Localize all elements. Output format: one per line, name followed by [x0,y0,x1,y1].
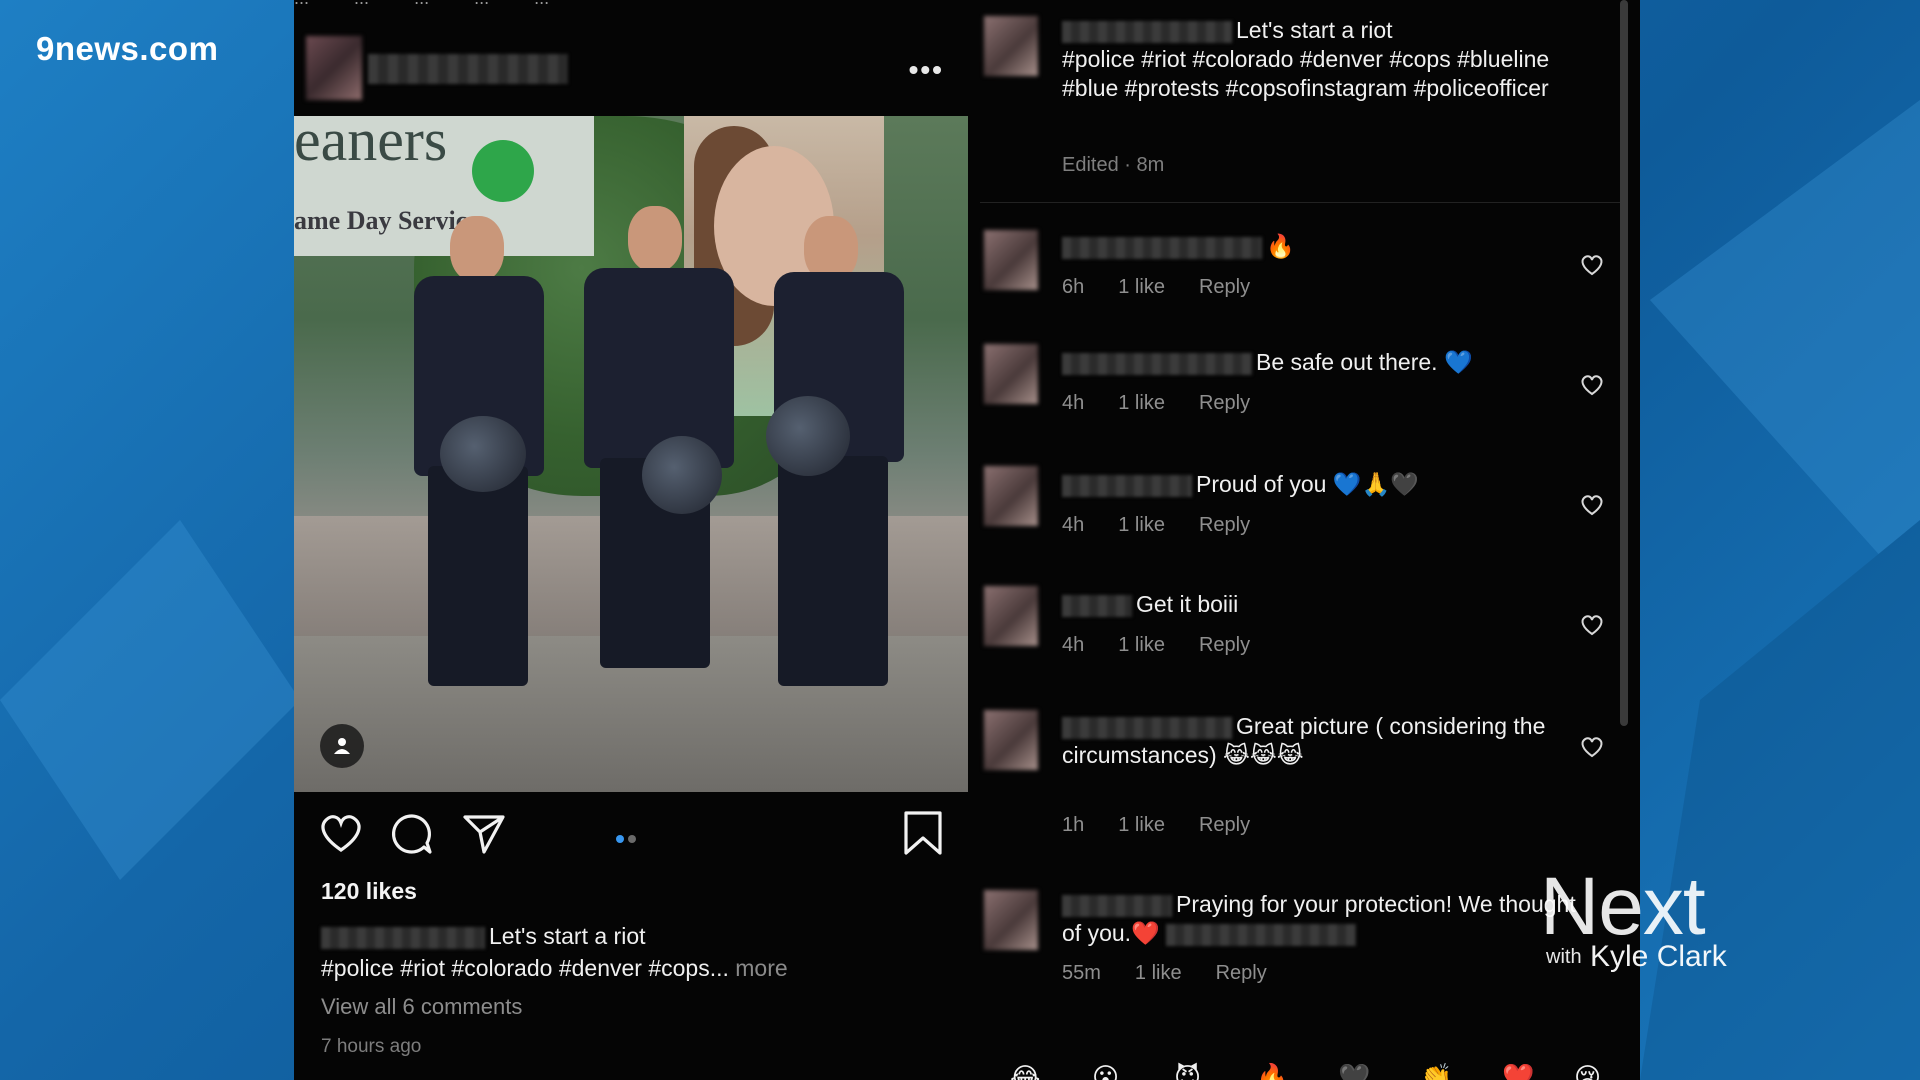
emoji-button[interactable]: 🖤 [1338,1062,1370,1080]
show-logo-next: Next [1540,861,1706,952]
view-comments-link[interactable]: View all 6 comments [321,994,522,1020]
comments-scrollbar[interactable] [1620,0,1628,726]
carousel-dot-active [616,835,624,843]
avatar[interactable] [984,466,1038,526]
reply-button[interactable]: Reply [1199,276,1250,298]
photo-sign-logo [472,140,534,202]
comment-heart-icon[interactable] [1580,736,1604,758]
comment-icon[interactable] [390,812,434,856]
avatar[interactable] [984,710,1038,770]
post-column: ... ... ... ... ... ••• eaners ame Day S… [294,0,968,1080]
avatar[interactable] [984,16,1038,76]
user-tag-icon[interactable] [320,724,364,768]
edited-label: Edited · 8m [1062,154,1165,176]
comment-heart-icon[interactable] [1580,254,1604,276]
caption-comment-tags: #police #riot #colorado #denver #cops #b… [1062,46,1550,101]
emoji-button[interactable]: 😢 [1574,1062,1601,1080]
caption-more-link[interactable]: more [735,955,787,981]
mention-blurred[interactable] [1165,923,1356,946]
top-tab[interactable]: ... [534,0,549,9]
reply-button[interactable]: Reply [1199,514,1250,536]
instagram-screen: ... ... ... ... ... ••• eaners ame Day S… [294,0,1640,1080]
emoji-reaction-bar: 😂 😮 😈 🔥 🖤 👏 ❤️ 😢 [980,1050,1620,1080]
emoji-button[interactable]: 😈 [1174,1062,1201,1080]
comment-meta: 4h 1 like Reply [1062,392,1284,415]
comment-text: 🔥 [1266,233,1295,259]
heart-icon[interactable] [318,812,364,854]
post-caption: Let's start a riot #police #riot #colora… [321,920,961,984]
username-blurred[interactable] [1062,352,1252,375]
comment-text: Get it boiii [1136,591,1239,617]
reply-button[interactable]: Reply [1199,814,1250,836]
top-tab[interactable]: ... [294,0,309,9]
avatar[interactable] [984,344,1038,404]
photo-sign: eaners ame Day Service. [294,116,594,256]
caption-tags: #police #riot #colorado #denver #cops... [321,955,729,981]
comment-likes[interactable]: 1 like [1135,962,1182,984]
avatar[interactable] [306,36,362,100]
emoji-button[interactable]: 🔥 [1256,1062,1288,1080]
comment-time: 1h [1062,814,1085,836]
emoji-button[interactable]: ❤️ [1502,1062,1534,1080]
username-blurred[interactable] [1062,894,1172,917]
comment-text: Be safe out there. 💙 [1256,349,1473,375]
comment-heart-icon[interactable] [1580,374,1604,396]
show-logo-with: with [1546,946,1582,968]
caption-username-blurred[interactable] [321,926,485,949]
comment-meta: 55m 1 like Reply [1062,962,1301,985]
comment-meta: 4h 1 like Reply [1062,634,1284,657]
caption-comment-text: Let's start a riot [1236,17,1393,43]
comment-likes[interactable]: 1 like [1118,634,1165,656]
reply-button[interactable]: Reply [1199,392,1250,414]
reply-button[interactable]: Reply [1199,634,1250,656]
like-count[interactable]: 120 likes [321,878,417,905]
carousel-indicator [616,830,640,848]
username-blurred[interactable] [1062,236,1262,259]
comment-heart-icon[interactable] [1580,494,1604,516]
avatar[interactable] [984,230,1038,290]
post-photo[interactable]: eaners ame Day Service. [294,116,968,792]
avatar[interactable] [984,586,1038,646]
caption-text: Let's start a riot [489,923,646,949]
comment-meta: 1h 1 like Reply [1062,814,1284,837]
username-blurred[interactable] [1062,474,1192,497]
comment-time: 55m [1062,962,1101,984]
more-dots-icon[interactable]: ••• [909,54,944,86]
top-tab-strip: ... ... ... ... ... [294,0,968,10]
username-blurred[interactable] [368,54,568,84]
avatar[interactable] [984,890,1038,950]
post-timestamp: 7 hours ago [321,1036,422,1057]
emoji-button[interactable]: 👏 [1420,1062,1452,1080]
show-logo-host: Kyle Clark [1590,940,1727,973]
divider [980,202,1620,203]
username-blurred[interactable] [1062,716,1232,739]
comment-likes[interactable]: 1 like [1118,814,1165,836]
comment-meta: 4h 1 like Reply [1062,514,1284,537]
comment-likes[interactable]: 1 like [1118,392,1165,414]
channel-logo: 9news.com [36,30,219,67]
top-tab[interactable]: ... [354,0,369,9]
username-blurred[interactable] [1062,20,1232,43]
reply-button[interactable]: Reply [1216,962,1267,984]
comment-text: Proud of you 💙🙏🖤 [1196,471,1419,497]
comment-likes[interactable]: 1 like [1118,514,1165,536]
comment-time: 4h [1062,514,1085,536]
comment-heart-icon[interactable] [1580,614,1604,636]
send-icon[interactable] [462,812,506,856]
emoji-button[interactable]: 😂 [1010,1062,1040,1080]
comment-time: 4h [1062,634,1085,656]
comment-time: 6h [1062,276,1085,298]
photo-sign-text: eaners [294,116,448,173]
post-action-bar [294,806,968,862]
emoji-button[interactable]: 😮 [1092,1062,1119,1080]
bookmark-icon[interactable] [902,810,944,856]
top-tab[interactable]: ... [474,0,489,9]
comment-time: 4h [1062,392,1085,414]
username-blurred[interactable] [1062,594,1132,617]
comment-likes[interactable]: 1 like [1118,276,1165,298]
carousel-dot [628,835,636,843]
top-tab[interactable]: ... [414,0,429,9]
post-header: ••• [306,36,956,100]
comment-meta: 6h 1 like Reply [1062,276,1284,299]
